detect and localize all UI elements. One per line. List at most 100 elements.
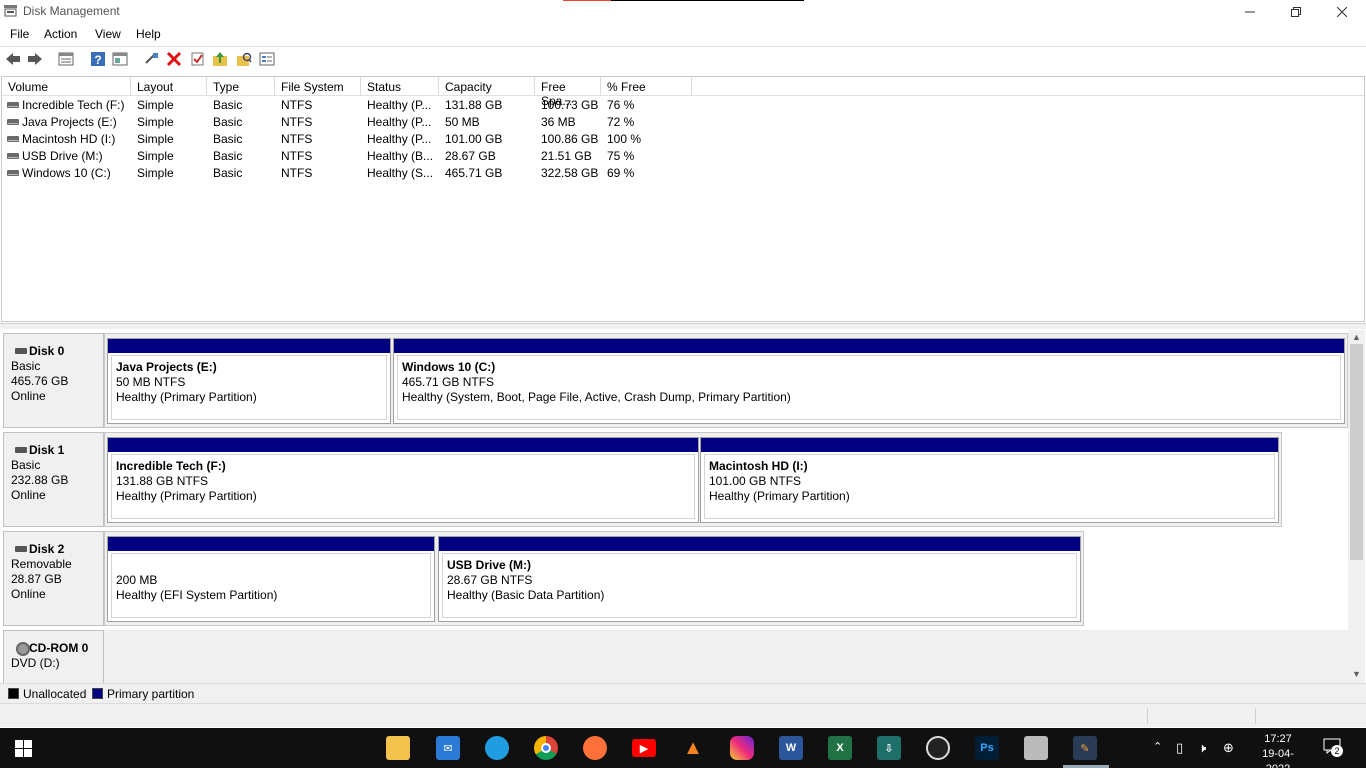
settings-icon[interactable] — [259, 51, 275, 67]
table-cell: 75 % — [607, 149, 635, 163]
restore-button[interactable] — [1273, 0, 1319, 23]
disk-state: Online — [11, 488, 46, 502]
mail-icon[interactable]: ✉ — [436, 736, 460, 760]
disk-name: CD-ROM 0 — [11, 641, 103, 656]
table-cell: Healthy (S... — [367, 166, 434, 180]
partition-name: USB Drive (M:) — [447, 558, 532, 572]
volume-list-icon[interactable] — [58, 51, 74, 67]
table-cell: Healthy (B... — [367, 149, 434, 163]
disk-row-1: Disk 1 Basic 232.88 GB Online Incredible… — [3, 432, 1348, 529]
partition-name: Incredible Tech (F:) — [116, 459, 226, 473]
chrome-icon[interactable] — [534, 736, 558, 760]
scroll-up-icon[interactable]: ▲ — [1352, 332, 1361, 342]
partition-name: Java Projects (E:) — [116, 360, 217, 374]
photoshop-icon[interactable]: Ps — [975, 736, 999, 760]
usb-icon[interactable]: ▯ — [1176, 740, 1183, 756]
scrollbar-thumb[interactable] — [1350, 344, 1363, 560]
title-bar: Disk Management — [0, 0, 1366, 23]
folder-search-icon[interactable] — [236, 51, 252, 67]
menu-file[interactable]: File — [10, 27, 29, 41]
volume-icon[interactable]: 🕨 — [1198, 740, 1206, 756]
instagram-icon[interactable] — [730, 736, 754, 760]
table-cell: 76 % — [607, 98, 635, 112]
close-button[interactable] — [1319, 0, 1365, 23]
status-bar — [0, 703, 1366, 727]
table-row[interactable]: USB Drive (M:) Simple Basic NTFS Healthy (B.… — [2, 148, 1364, 165]
disk-type: Removable — [11, 557, 72, 571]
minimize-button[interactable] — [1227, 0, 1273, 23]
column-file-system[interactable]: File System — [275, 77, 361, 96]
help-icon[interactable]: ? — [90, 51, 106, 67]
column-volume[interactable]: Volume — [2, 77, 131, 96]
partition-windows-10[interactable]: Windows 10 (C:) 465.71 GB NTFS Healthy (… — [393, 338, 1345, 424]
disk-info[interactable]: Disk 0 Basic 465.76 GB Online — [3, 333, 104, 428]
menu-view[interactable]: View — [95, 27, 121, 41]
disk-map-scrollbar[interactable]: ▲ ▼ — [1348, 330, 1365, 683]
action-center-icon[interactable]: 2 — [1323, 738, 1345, 758]
partition-efi-system[interactable]: 200 MB Healthy (EFI System Partition) — [107, 536, 435, 622]
table-cell: USB Drive (M:) — [22, 149, 103, 163]
show-hidden-icons-icon[interactable]: ⌃ — [1153, 740, 1162, 753]
partition-size: 28.67 GB NTFS — [447, 573, 533, 587]
column-free-space[interactable]: Free Spa... — [535, 77, 601, 108]
minimize-icon — [1245, 11, 1255, 12]
column-percent-free[interactable]: % Free — [601, 77, 692, 96]
partition-incredible-tech[interactable]: Incredible Tech (F:) 131.88 GB NTFS Heal… — [107, 437, 699, 523]
vlc-icon[interactable]: ▲ — [681, 736, 705, 760]
folder-up-icon[interactable] — [212, 51, 228, 67]
table-row[interactable]: Java Projects (E:) Simple Basic NTFS Healthy… — [2, 114, 1364, 131]
windows-start-icon[interactable] — [15, 740, 32, 757]
menu-bar: File Action View Help — [0, 23, 1366, 45]
primary-partition-bar — [701, 438, 1278, 452]
word-icon[interactable]: W — [779, 736, 803, 760]
table-cell: Simple — [137, 115, 174, 129]
column-capacity[interactable]: Capacity — [439, 77, 535, 96]
properties-icon[interactable] — [112, 51, 128, 67]
table-cell: 50 MB — [445, 115, 480, 129]
app-active-icon[interactable]: ✎ — [1073, 736, 1097, 760]
disk-management-app-icon — [4, 5, 17, 17]
table-row[interactable]: Incredible Tech (F:) Simple Basic NTFS Healt… — [2, 97, 1364, 114]
youtube-icon[interactable]: ▶ — [632, 739, 656, 757]
language-icon[interactable]: ⊕ — [1223, 740, 1234, 756]
primary-partition-bar — [108, 438, 698, 452]
disk-info[interactable]: CD-ROM 0 DVD (D:) — [3, 630, 104, 683]
table-row[interactable]: Windows 10 (C:) Simple Basic NTFS Healthy (S… — [2, 165, 1364, 182]
excel-icon[interactable]: X — [828, 736, 852, 760]
scroll-down-icon[interactable]: ▼ — [1352, 669, 1361, 679]
back-arrow-icon[interactable] — [5, 51, 21, 67]
table-cell: 36 MB — [541, 115, 576, 129]
partition-area: Java Projects (E:) 50 MB NTFS Healthy (P… — [104, 333, 1348, 428]
connect-icon[interactable] — [144, 51, 160, 67]
disk-size: 232.88 GB — [11, 473, 69, 487]
disk-info[interactable]: Disk 2 Removable 28.87 GB Online — [3, 531, 104, 626]
clock[interactable]: 17:27 19-04-2022 — [1250, 732, 1306, 777]
pane-splitter[interactable] — [0, 323, 1366, 329]
window-title: Disk Management — [23, 4, 120, 18]
disk-management-icon[interactable] — [1024, 736, 1048, 760]
forward-arrow-icon[interactable] — [27, 51, 43, 67]
edge-icon[interactable] — [485, 736, 509, 760]
file-explorer-icon[interactable] — [386, 736, 410, 760]
obs-icon[interactable] — [926, 736, 950, 760]
partition-macintosh-hd[interactable]: Macintosh HD (I:) 101.00 GB NTFS Healthy… — [700, 437, 1279, 523]
volume-list[interactable]: Volume Layout Type File System Status Ca… — [1, 76, 1365, 322]
column-status[interactable]: Status — [361, 77, 439, 96]
app-icon[interactable]: ⇩ — [877, 736, 901, 760]
partition-status: Healthy (EFI System Partition) — [116, 588, 278, 602]
disk-info[interactable]: Disk 1 Basic 232.88 GB Online — [3, 432, 104, 527]
table-row[interactable]: Macintosh HD (I:) Simple Basic NTFS Healthy … — [2, 131, 1364, 148]
menu-action[interactable]: Action — [44, 27, 77, 41]
check-icon[interactable] — [190, 51, 206, 67]
firefox-icon[interactable] — [583, 736, 607, 760]
table-cell: 28.67 GB — [445, 149, 496, 163]
partition-java-projects[interactable]: Java Projects (E:) 50 MB NTFS Healthy (P… — [107, 338, 391, 424]
disk-name: Disk 2 — [11, 542, 103, 557]
partition-usb-drive[interactable]: USB Drive (M:) 28.67 GB NTFS Healthy (Ba… — [438, 536, 1081, 622]
primary-partition-bar — [108, 537, 434, 551]
delete-icon[interactable] — [166, 51, 182, 67]
menu-help[interactable]: Help — [136, 27, 161, 41]
partition-area: Incredible Tech (F:) 131.88 GB NTFS Heal… — [104, 432, 1282, 527]
column-layout[interactable]: Layout — [131, 77, 207, 96]
column-type[interactable]: Type — [207, 77, 275, 96]
